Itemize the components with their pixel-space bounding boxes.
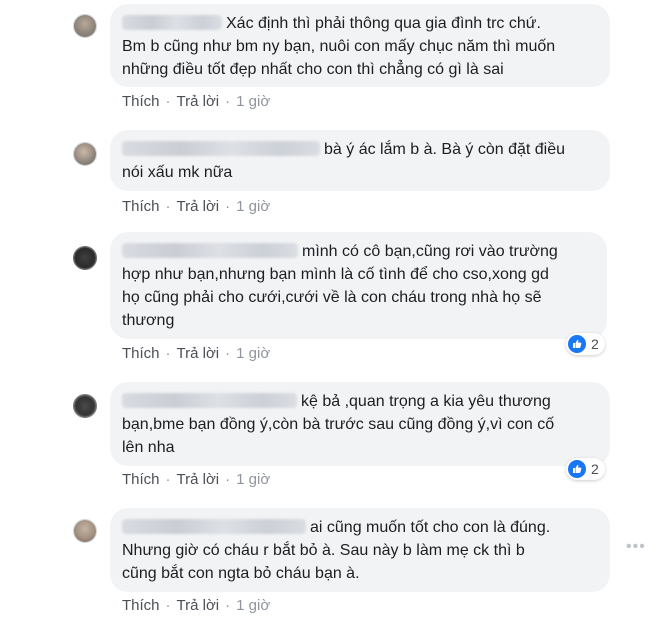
thumbs-up-icon bbox=[568, 335, 586, 353]
reply-link[interactable]: Trả lời bbox=[177, 345, 220, 362]
like-link[interactable]: Thích bbox=[122, 93, 160, 110]
separator: · bbox=[165, 345, 171, 362]
separator: · bbox=[225, 93, 231, 110]
reply-link[interactable]: Trả lời bbox=[177, 471, 220, 488]
separator: · bbox=[165, 198, 171, 215]
timestamp[interactable]: 1 giờ bbox=[236, 471, 270, 488]
comment-line: Nhưng giờ có cháu r bắt bỏ à. Sau này b … bbox=[122, 542, 525, 559]
comment-actions: Thích · Trả lời · 1 giờ bbox=[122, 471, 270, 488]
author-name-blurred[interactable] bbox=[122, 519, 306, 534]
timestamp[interactable]: 1 giờ bbox=[236, 345, 270, 362]
comment-line: thương bbox=[122, 312, 175, 329]
comment-line: lên nha bbox=[122, 439, 175, 456]
comment-actions: Thích · Trả lời · 1 giờ bbox=[122, 345, 270, 362]
comment-bubble: kệ bả ,quan trọng a kia yêu thương bạn,b… bbox=[110, 382, 610, 466]
comment-line: bạn,bme bạn đồng ý,còn bà trước sau cũng… bbox=[122, 416, 555, 433]
comment-line: những điều tốt đẹp nhất cho con thì chẳn… bbox=[122, 61, 504, 78]
separator: · bbox=[165, 471, 171, 488]
reaction-number: 2 bbox=[591, 461, 599, 477]
like-link[interactable]: Thích bbox=[122, 345, 160, 362]
reaction-number: 2 bbox=[591, 336, 599, 352]
thumbs-up-icon bbox=[568, 460, 586, 478]
separator: · bbox=[225, 345, 231, 362]
comment-line: cũng bắt con ngta bỏ cháu bạn à. bbox=[122, 565, 360, 582]
author-name-blurred[interactable] bbox=[122, 393, 297, 408]
comment-actions: Thích · Trả lời · 1 giờ bbox=[122, 93, 270, 110]
like-link[interactable]: Thích bbox=[122, 471, 160, 488]
like-link[interactable]: Thích bbox=[122, 198, 160, 215]
avatar[interactable] bbox=[73, 394, 97, 418]
separator: · bbox=[225, 198, 231, 215]
timestamp[interactable]: 1 giờ bbox=[236, 93, 270, 110]
avatar[interactable] bbox=[73, 519, 97, 543]
comment-line: Bm b cũng như bm ny bạn, nuôi con mấy ch… bbox=[122, 38, 556, 55]
comment-line: mình có cô bạn,cũng rơi vào trường bbox=[122, 240, 595, 263]
like-link[interactable]: Thích bbox=[122, 597, 160, 614]
reply-link[interactable]: Trả lời bbox=[177, 597, 220, 614]
author-name-blurred[interactable] bbox=[122, 243, 298, 258]
avatar[interactable] bbox=[73, 246, 97, 270]
comment-line: bà ý ác lắm b à. Bà ý còn đặt điều bbox=[122, 138, 598, 161]
reply-link[interactable]: Trả lời bbox=[177, 93, 220, 110]
comment-text: ai cũng muốn tốt cho con là đúng. bbox=[310, 519, 551, 536]
comment-line: kệ bả ,quan trọng a kia yêu thương bbox=[122, 390, 598, 413]
avatar[interactable] bbox=[73, 142, 97, 166]
separator: · bbox=[225, 597, 231, 614]
comment-line: Xác định thì phải thông qua gia đình trc… bbox=[122, 12, 598, 35]
comment-line: nói xấu mk nữa bbox=[122, 164, 233, 181]
separator: · bbox=[165, 93, 171, 110]
comment-bubble: ai cũng muốn tốt cho con là đúng. Nhưng … bbox=[110, 508, 610, 592]
comment-line: ai cũng muốn tốt cho con là đúng. bbox=[122, 516, 598, 539]
comment-text: bà ý ác lắm b à. Bà ý còn đặt điều bbox=[324, 141, 566, 158]
comment-text: mình có cô bạn,cũng rơi vào trường bbox=[302, 243, 558, 260]
comment-bubble: Xác định thì phải thông qua gia đình trc… bbox=[110, 4, 610, 87]
author-name-blurred[interactable] bbox=[122, 15, 222, 30]
timestamp[interactable]: 1 giờ bbox=[236, 198, 270, 215]
avatar[interactable] bbox=[73, 14, 97, 38]
separator: · bbox=[165, 597, 171, 614]
comment-bubble: mình có cô bạn,cũng rơi vào trường hợp n… bbox=[110, 232, 607, 339]
comment-line: họ cũng phải cho cưới,cưới về là con chá… bbox=[122, 289, 542, 306]
reaction-count[interactable]: 2 bbox=[566, 333, 605, 355]
comment-text: kệ bả ,quan trọng a kia yêu thương bbox=[301, 393, 551, 410]
comment-line: hợp như bạn,nhưng bạn mình là cố tình để… bbox=[122, 266, 549, 283]
timestamp[interactable]: 1 giờ bbox=[236, 597, 270, 614]
reply-link[interactable]: Trả lời bbox=[177, 198, 220, 215]
comment-actions: Thích · Trả lời · 1 giờ bbox=[122, 198, 270, 215]
comment-text: Xác định thì phải thông qua gia đình trc… bbox=[226, 15, 541, 32]
reaction-count[interactable]: 2 bbox=[566, 458, 605, 480]
author-name-blurred[interactable] bbox=[122, 141, 320, 156]
comment-bubble: bà ý ác lắm b à. Bà ý còn đặt điều nói x… bbox=[110, 130, 610, 191]
more-horizontal-icon[interactable]: ••• bbox=[626, 538, 646, 556]
comment-actions: Thích · Trả lời · 1 giờ bbox=[122, 597, 270, 614]
separator: · bbox=[225, 471, 231, 488]
